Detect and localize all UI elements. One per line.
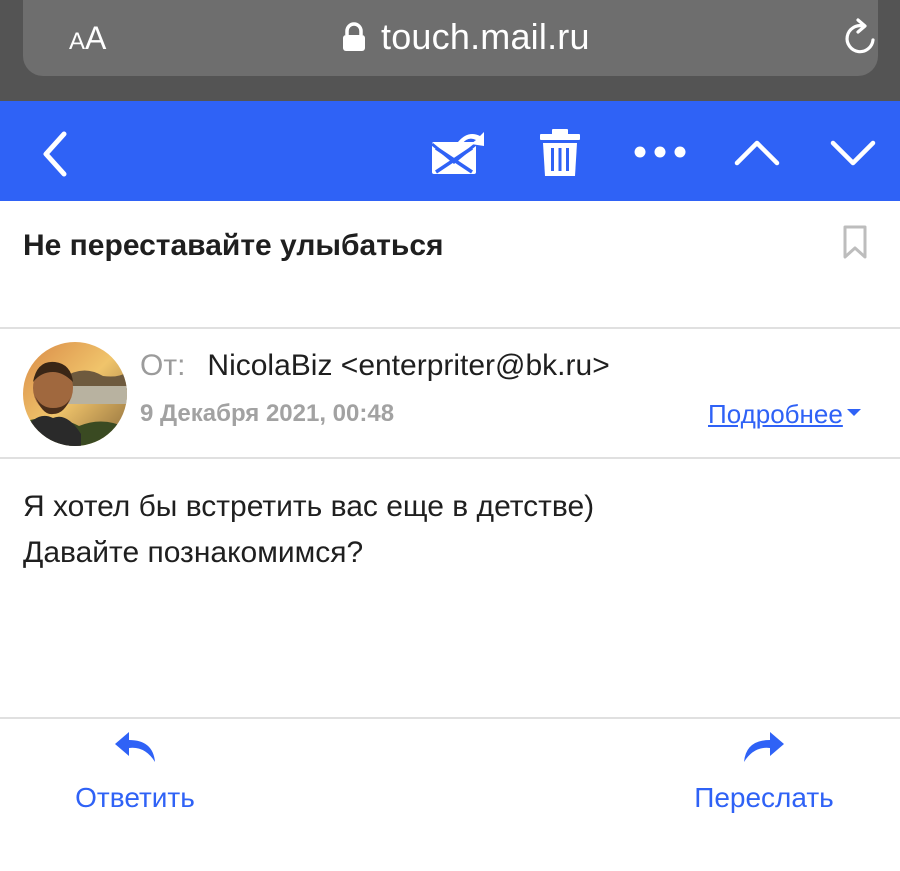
message-body: Я хотел бы встретить вас еще в детстве) … — [23, 484, 873, 576]
lock-icon — [343, 22, 365, 51]
body-line: Я хотел бы встретить вас еще в детстве) — [23, 490, 595, 523]
reply-icon — [115, 732, 155, 762]
reply-button[interactable]: Ответить — [58, 730, 212, 818]
url-field[interactable]: touch.mail.ru — [341, 12, 590, 62]
reload-icon[interactable] — [841, 18, 881, 58]
divider — [0, 457, 900, 459]
bookmark-icon[interactable] — [840, 224, 870, 260]
caret-down-icon — [846, 408, 861, 416]
forward-label: Переслать — [694, 782, 834, 813]
details-link[interactable]: Подробнее — [708, 394, 861, 434]
trash-icon[interactable] — [538, 128, 582, 178]
sender-avatar[interactable] — [23, 342, 127, 446]
prev-message-icon[interactable] — [732, 133, 782, 173]
next-message-icon[interactable] — [828, 133, 878, 173]
url-text: touch.mail.ru — [381, 16, 590, 57]
address-bar[interactable]: AA touch.mail.ru — [23, 0, 878, 76]
forward-button[interactable]: Переслать — [678, 730, 850, 818]
text-size-big: A — [85, 20, 107, 56]
body-line: Давайте познакомимся? — [23, 536, 364, 569]
more-icon[interactable] — [632, 141, 688, 163]
sender-line: От: NicolaBiz <enterpriter@bk.ru> — [140, 344, 610, 388]
forward-icon — [744, 732, 784, 762]
back-icon[interactable] — [36, 128, 76, 180]
spam-icon[interactable] — [428, 128, 486, 178]
sender-address[interactable]: NicolaBiz <enterpriter@bk.ru> — [207, 349, 609, 382]
divider — [0, 717, 900, 719]
browser-bar: AA touch.mail.ru — [0, 0, 900, 101]
from-label: От: — [140, 349, 186, 382]
message-date: 9 Декабря 2021, 00:48 — [140, 400, 395, 427]
message-subject: Не переставайте улыбаться — [23, 229, 444, 262]
text-size-small: A — [69, 28, 86, 55]
reply-label: Ответить — [75, 782, 195, 813]
text-size-button[interactable]: AA — [69, 18, 106, 65]
details-label: Подробнее — [708, 399, 843, 429]
divider — [0, 327, 900, 329]
message-toolbar — [0, 101, 900, 201]
